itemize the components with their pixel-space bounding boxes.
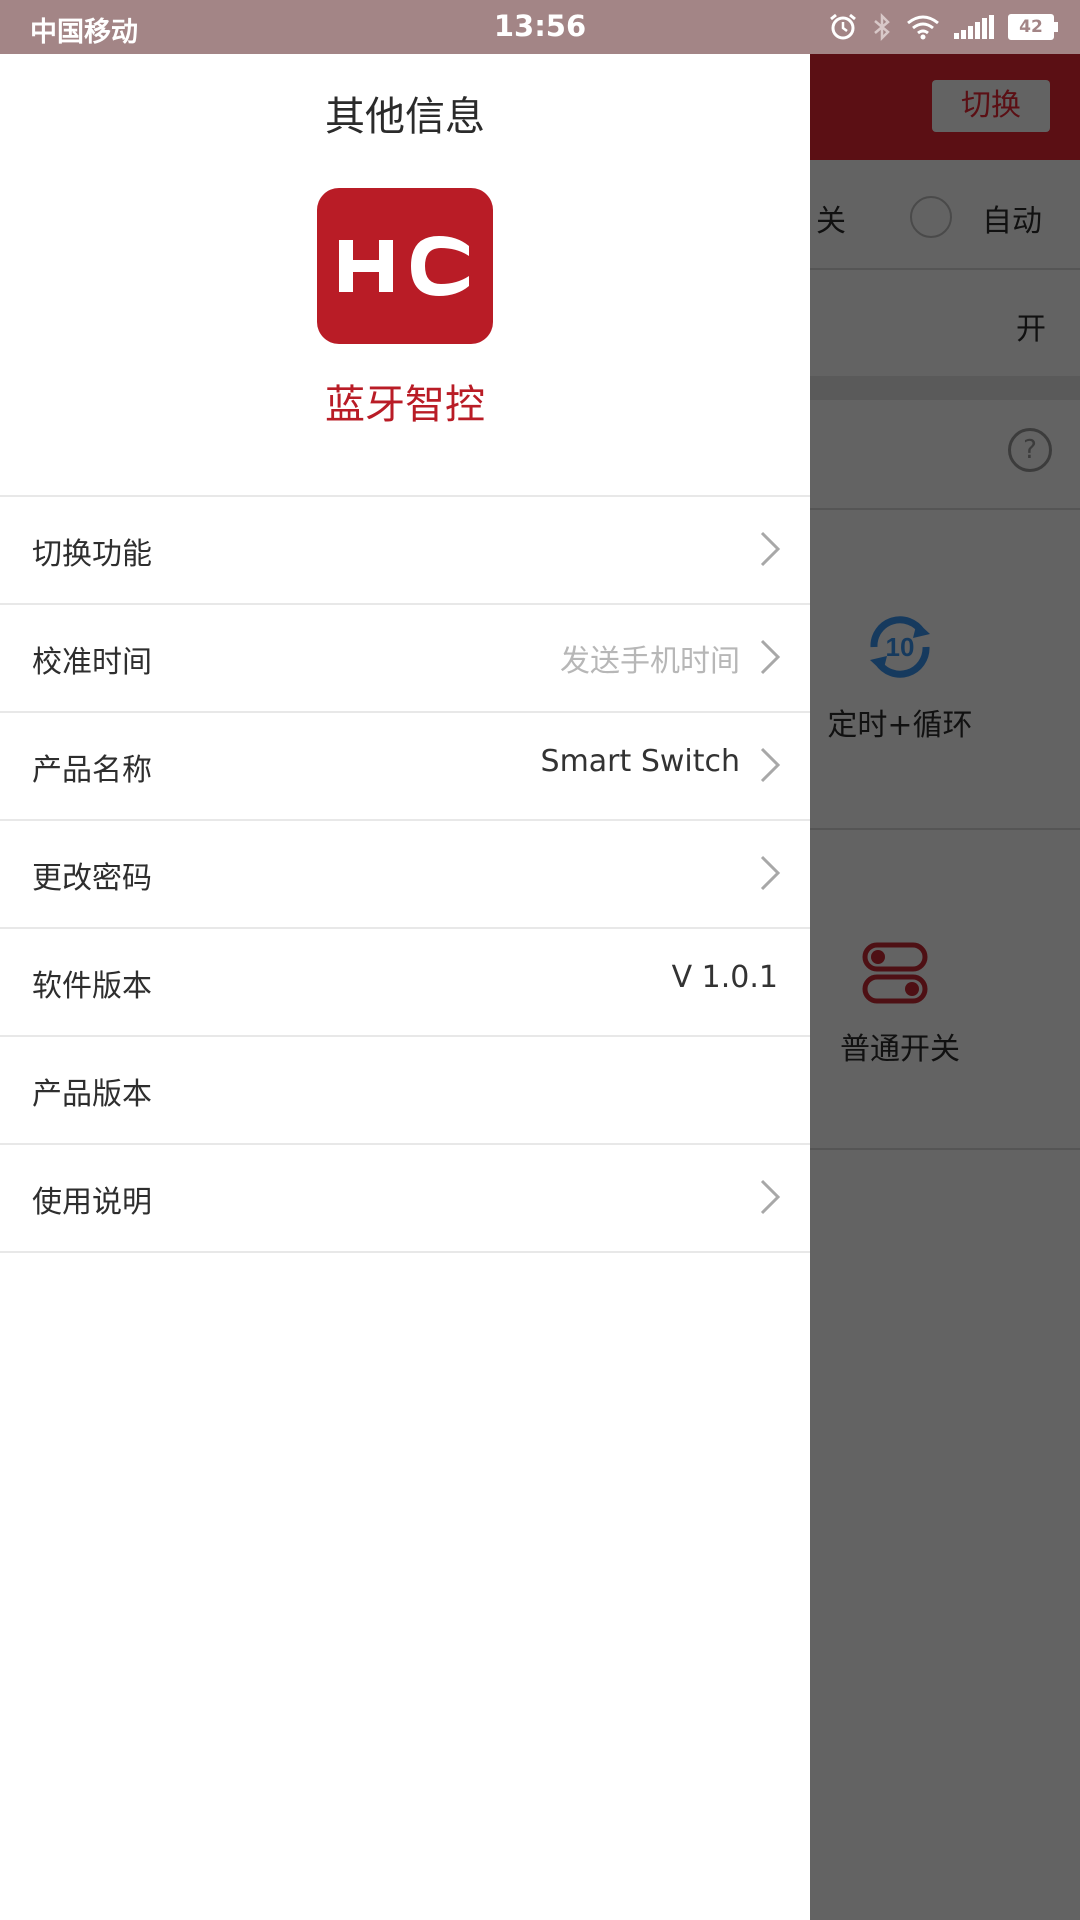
menu-item-label: 校准时间 [32, 645, 152, 680]
drawer-menu: 切换功能 校准时间 发送手机时间 产品名称 Smart Switch 更改密码 … [0, 495, 810, 1253]
battery-indicator: 42 [1008, 14, 1058, 40]
power-on-label: 开 [1016, 312, 1046, 347]
timer-cycle-icon: 10 [870, 616, 930, 678]
wifi-icon [907, 15, 939, 40]
chevron-right-icon [760, 855, 781, 891]
app-logo [317, 188, 493, 344]
status-bar: 中国移动 13:56 42 [0, 0, 1080, 54]
menu-item-product-version: 产品版本 [0, 1037, 810, 1145]
timer-icon-text: 10 [886, 632, 915, 662]
app-name: 蓝牙智控 [325, 382, 485, 428]
switch-button[interactable]: 切换 [932, 80, 1050, 132]
menu-item-software-version: 软件版本 V 1.0.1 [0, 929, 810, 1037]
menu-item-value: V 1.0.1 [671, 960, 778, 995]
hc-logo-icon [339, 236, 469, 296]
menu-item-calibrate-time[interactable]: 校准时间 发送手机时间 [0, 605, 810, 713]
signal-icon [954, 15, 994, 39]
menu-item-label: 产品版本 [32, 1077, 152, 1112]
menu-item-product-name[interactable]: 产品名称 Smart Switch [0, 713, 810, 821]
chevron-right-icon [760, 531, 781, 567]
menu-item-change-password[interactable]: 更改密码 [0, 821, 810, 929]
mode-off-label: 关 [816, 204, 846, 239]
menu-item-switch-function[interactable]: 切换功能 [0, 497, 810, 605]
normal-switch-label: 普通开关 [840, 1032, 960, 1067]
alarm-icon [830, 13, 856, 40]
menu-item-value: Smart Switch [540, 744, 740, 779]
chevron-right-icon [760, 1179, 781, 1215]
info-drawer: 其他信息 蓝牙智控 切换功能 校准时间 发送手机时间 产品名称 Smart Sw… [0, 54, 810, 1920]
mode-auto-label: 自动 [982, 204, 1042, 239]
timer-loop-label: 定时+循环 [827, 708, 973, 743]
mode-auto-radio[interactable] [910, 196, 952, 238]
drawer-title: 其他信息 [325, 94, 485, 140]
chevron-right-icon [760, 747, 781, 783]
toggle-switch-icon [862, 942, 928, 1004]
menu-item-instructions[interactable]: 使用说明 [0, 1145, 810, 1253]
status-icons: 42 [828, 12, 1058, 42]
menu-item-label: 切换功能 [32, 537, 152, 572]
menu-item-label: 使用说明 [32, 1185, 152, 1220]
help-icon[interactable]: ? [1008, 428, 1052, 472]
menu-item-label: 产品名称 [32, 753, 152, 788]
bluetooth-icon [874, 12, 890, 42]
menu-item-value: 发送手机时间 [560, 644, 740, 679]
menu-item-label: 更改密码 [32, 861, 152, 896]
menu-item-label: 软件版本 [32, 969, 152, 1004]
chevron-right-icon [760, 639, 781, 675]
